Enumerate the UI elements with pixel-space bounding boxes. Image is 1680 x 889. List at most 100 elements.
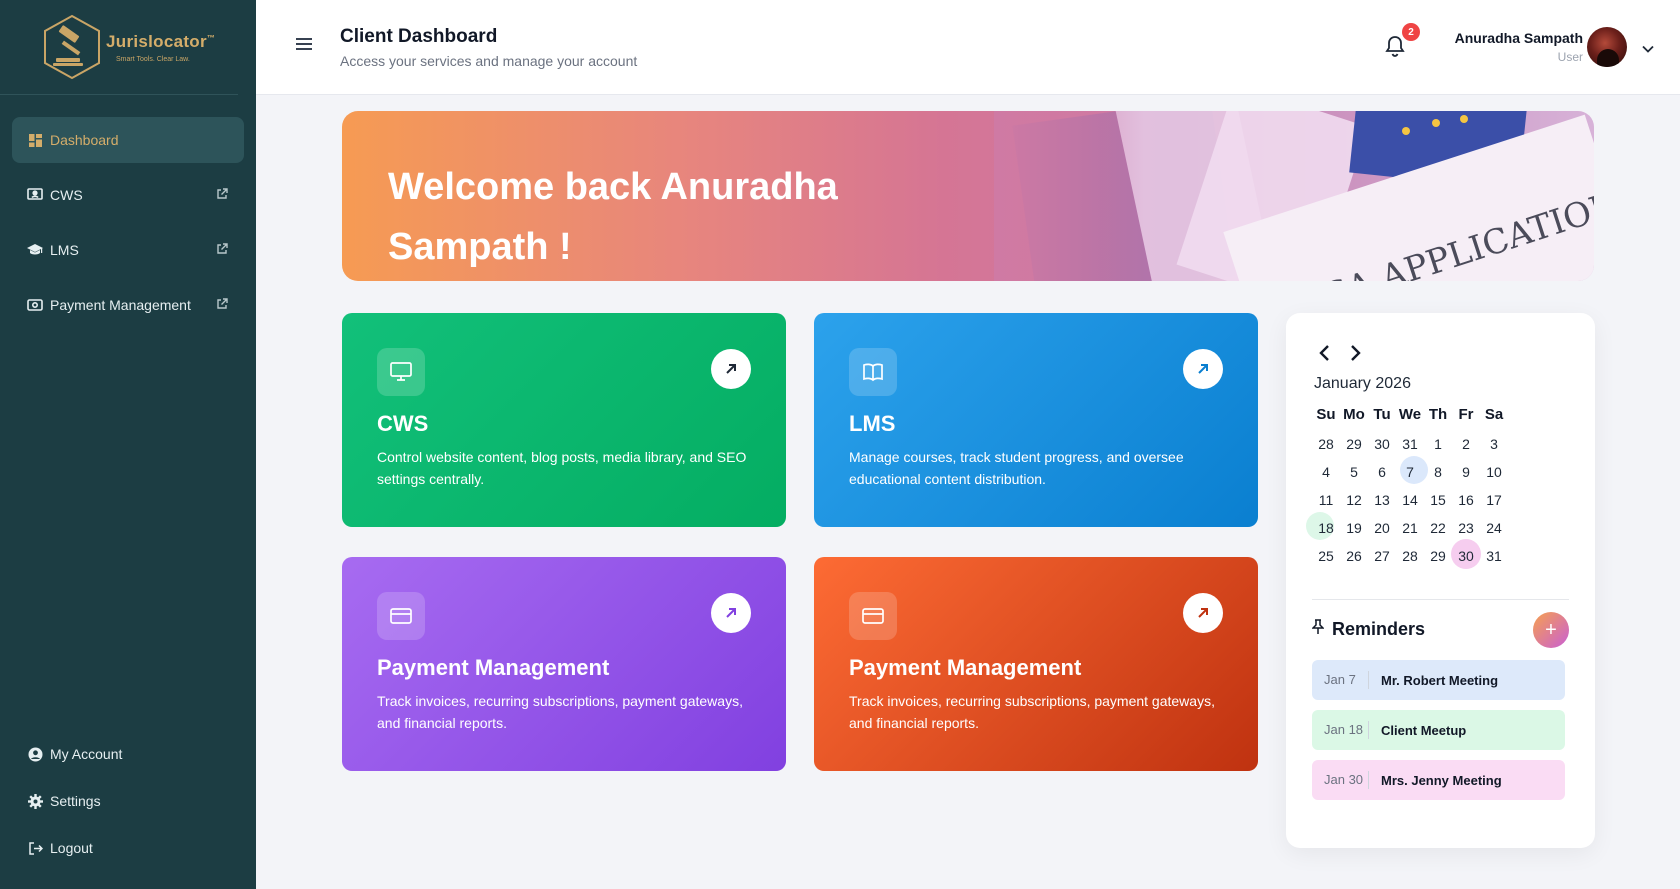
calendar-day[interactable]: 7 bbox=[1396, 456, 1428, 484]
calendar-day[interactable]: 18 bbox=[1306, 512, 1340, 540]
calendar-day[interactable]: 8 bbox=[1424, 462, 1452, 482]
reminder-item[interactable]: Jan 7 Mr. Robert Meeting bbox=[1312, 660, 1565, 700]
arrow-up-right-icon[interactable] bbox=[1183, 593, 1223, 633]
divider bbox=[1312, 599, 1569, 600]
reminder-item[interactable]: Jan 18 Client Meetup bbox=[1312, 710, 1565, 750]
visa-application-illustration: VISA APPLICATION FORM bbox=[994, 111, 1594, 281]
calendar-day[interactable]: 25 bbox=[1312, 546, 1340, 566]
reminder-date: Jan 30 bbox=[1324, 771, 1369, 789]
card-title: LMS bbox=[849, 411, 896, 436]
calendar-day[interactable]: 12 bbox=[1340, 490, 1368, 510]
card-lms[interactable]: LMS Manage courses, track student progre… bbox=[814, 313, 1258, 527]
graduation-cap-icon bbox=[26, 241, 44, 259]
calendar-day[interactable]: 27 bbox=[1368, 546, 1396, 566]
calendar-day[interactable]: 23 bbox=[1452, 518, 1480, 538]
calendar-day[interactable]: 15 bbox=[1424, 490, 1452, 510]
grid-icon bbox=[26, 131, 44, 149]
calendar-day[interactable]: 4 bbox=[1312, 462, 1340, 482]
card-cws[interactable]: CWS Control website content, blog posts,… bbox=[342, 313, 786, 527]
calendar-day-name: Fr bbox=[1458, 406, 1474, 423]
sidebar-item-settings[interactable]: Settings bbox=[12, 781, 244, 821]
calendar-day[interactable]: 19 bbox=[1340, 518, 1368, 538]
reminder-text: Mrs. Jenny Meeting bbox=[1381, 772, 1502, 788]
card-title: Payment Management bbox=[849, 655, 1082, 680]
calendar-day[interactable]: 6 bbox=[1368, 462, 1396, 482]
sidebar-item-logout[interactable]: Logout bbox=[12, 828, 244, 868]
credit-card-icon bbox=[377, 592, 425, 640]
top-header: Client Dashboard Access your services an… bbox=[256, 0, 1680, 95]
sidebar-item-label: Logout bbox=[50, 840, 93, 856]
reminder-text: Mr. Robert Meeting bbox=[1381, 672, 1499, 688]
arrow-up-right-icon[interactable] bbox=[711, 593, 751, 633]
calendar-day[interactable]: 24 bbox=[1480, 518, 1508, 538]
calendar-day[interactable]: 14 bbox=[1396, 490, 1424, 510]
credit-card-icon bbox=[849, 592, 897, 640]
chevron-left-icon[interactable] bbox=[1318, 343, 1334, 363]
calendar-day[interactable]: 30 bbox=[1368, 434, 1396, 454]
calendar-day[interactable]: 26 bbox=[1340, 546, 1368, 566]
sidebar-item-dashboard[interactable]: Dashboard bbox=[12, 117, 244, 163]
hamburger-menu-icon[interactable] bbox=[296, 38, 312, 52]
calendar-day[interactable]: 31 bbox=[1396, 434, 1424, 454]
gear-icon bbox=[26, 792, 44, 810]
calendar-day[interactable]: 31 bbox=[1480, 546, 1508, 566]
sidebar-nav: Dashboard CWS LMS Payment Management bbox=[0, 95, 256, 328]
avatar[interactable] bbox=[1587, 27, 1627, 67]
sidebar-bottom-nav: My Account Settings Logout bbox=[12, 734, 244, 875]
calendar-day[interactable]: 3 bbox=[1480, 434, 1508, 454]
calendar-day[interactable]: 1 bbox=[1424, 434, 1452, 454]
user-name[interactable]: Anuradha Sampath bbox=[1455, 30, 1583, 46]
card-payment-management[interactable]: Payment Management Track invoices, recur… bbox=[342, 557, 786, 771]
calendar-day-name: Mo bbox=[1343, 406, 1365, 423]
sidebar: Jurislocator™ Smart Tools. Clear Law. Da… bbox=[0, 0, 256, 889]
calendar-day[interactable]: 16 bbox=[1452, 490, 1480, 510]
calendar-day[interactable]: 5 bbox=[1340, 462, 1368, 482]
sidebar-item-my-account[interactable]: My Account bbox=[12, 734, 244, 774]
calendar-day[interactable]: 28 bbox=[1396, 546, 1424, 566]
calendar-day-name: Tu bbox=[1373, 406, 1391, 423]
calendar-day[interactable]: 29 bbox=[1340, 434, 1368, 454]
calendar-day[interactable]: 10 bbox=[1480, 462, 1508, 482]
card-description: Control website content, blog posts, med… bbox=[377, 449, 747, 487]
logout-icon bbox=[26, 839, 44, 857]
money-icon bbox=[26, 296, 44, 314]
brand-logo[interactable]: Jurislocator™ Smart Tools. Clear Law. bbox=[0, 0, 238, 95]
monitor-icon bbox=[26, 186, 44, 204]
calendar-day[interactable]: 30 bbox=[1451, 539, 1481, 569]
chevron-down-icon[interactable] bbox=[1642, 40, 1654, 53]
reminder-text: Client Meetup bbox=[1381, 722, 1467, 738]
card-description: Track invoices, recurring subscriptions,… bbox=[849, 693, 1215, 731]
calendar-day[interactable]: 29 bbox=[1424, 546, 1452, 566]
book-icon bbox=[849, 348, 897, 396]
monitor-icon bbox=[377, 348, 425, 396]
reminder-item[interactable]: Jan 30 Mrs. Jenny Meeting bbox=[1312, 760, 1565, 800]
calendar-day[interactable]: 2 bbox=[1452, 434, 1480, 454]
calendar-day-name: Su bbox=[1316, 406, 1336, 423]
calendar-day[interactable]: 22 bbox=[1424, 518, 1452, 538]
sidebar-item-label: LMS bbox=[50, 242, 79, 258]
page-subtitle: Access your services and manage your acc… bbox=[340, 53, 638, 69]
chevron-right-icon[interactable] bbox=[1348, 343, 1364, 363]
page-title: Client Dashboard bbox=[340, 26, 498, 47]
calendar-day[interactable]: 21 bbox=[1396, 518, 1424, 538]
calendar-day[interactable]: 13 bbox=[1368, 490, 1396, 510]
arrow-up-right-icon[interactable] bbox=[711, 349, 751, 389]
calendar-day[interactable]: 20 bbox=[1368, 518, 1396, 538]
calendar-day[interactable]: 17 bbox=[1480, 490, 1508, 510]
welcome-heading: Welcome back Anuradha Sampath ! bbox=[388, 166, 838, 268]
bell-icon[interactable] bbox=[1384, 34, 1406, 58]
card-payment-management-2[interactable]: Payment Management Track invoices, recur… bbox=[814, 557, 1258, 771]
calendar-day[interactable]: 28 bbox=[1312, 434, 1340, 454]
sidebar-item-payment-management[interactable]: Payment Management bbox=[12, 282, 244, 328]
calendar-day[interactable]: 9 bbox=[1452, 462, 1480, 482]
brand-tagline: Smart Tools. Clear Law. bbox=[116, 55, 190, 63]
arrow-up-right-icon[interactable] bbox=[1183, 349, 1223, 389]
card-description: Manage courses, track student progress, … bbox=[849, 449, 1184, 487]
sidebar-item-lms[interactable]: LMS bbox=[12, 227, 244, 273]
calendar-day[interactable]: 11 bbox=[1312, 490, 1340, 510]
reminders-title: Reminders bbox=[1332, 619, 1426, 639]
sidebar-item-label: Dashboard bbox=[50, 132, 119, 148]
calendar-month: January 2026 bbox=[1314, 375, 1411, 392]
add-reminder-button[interactable]: + bbox=[1533, 612, 1569, 648]
sidebar-item-cws[interactable]: CWS bbox=[12, 172, 244, 218]
